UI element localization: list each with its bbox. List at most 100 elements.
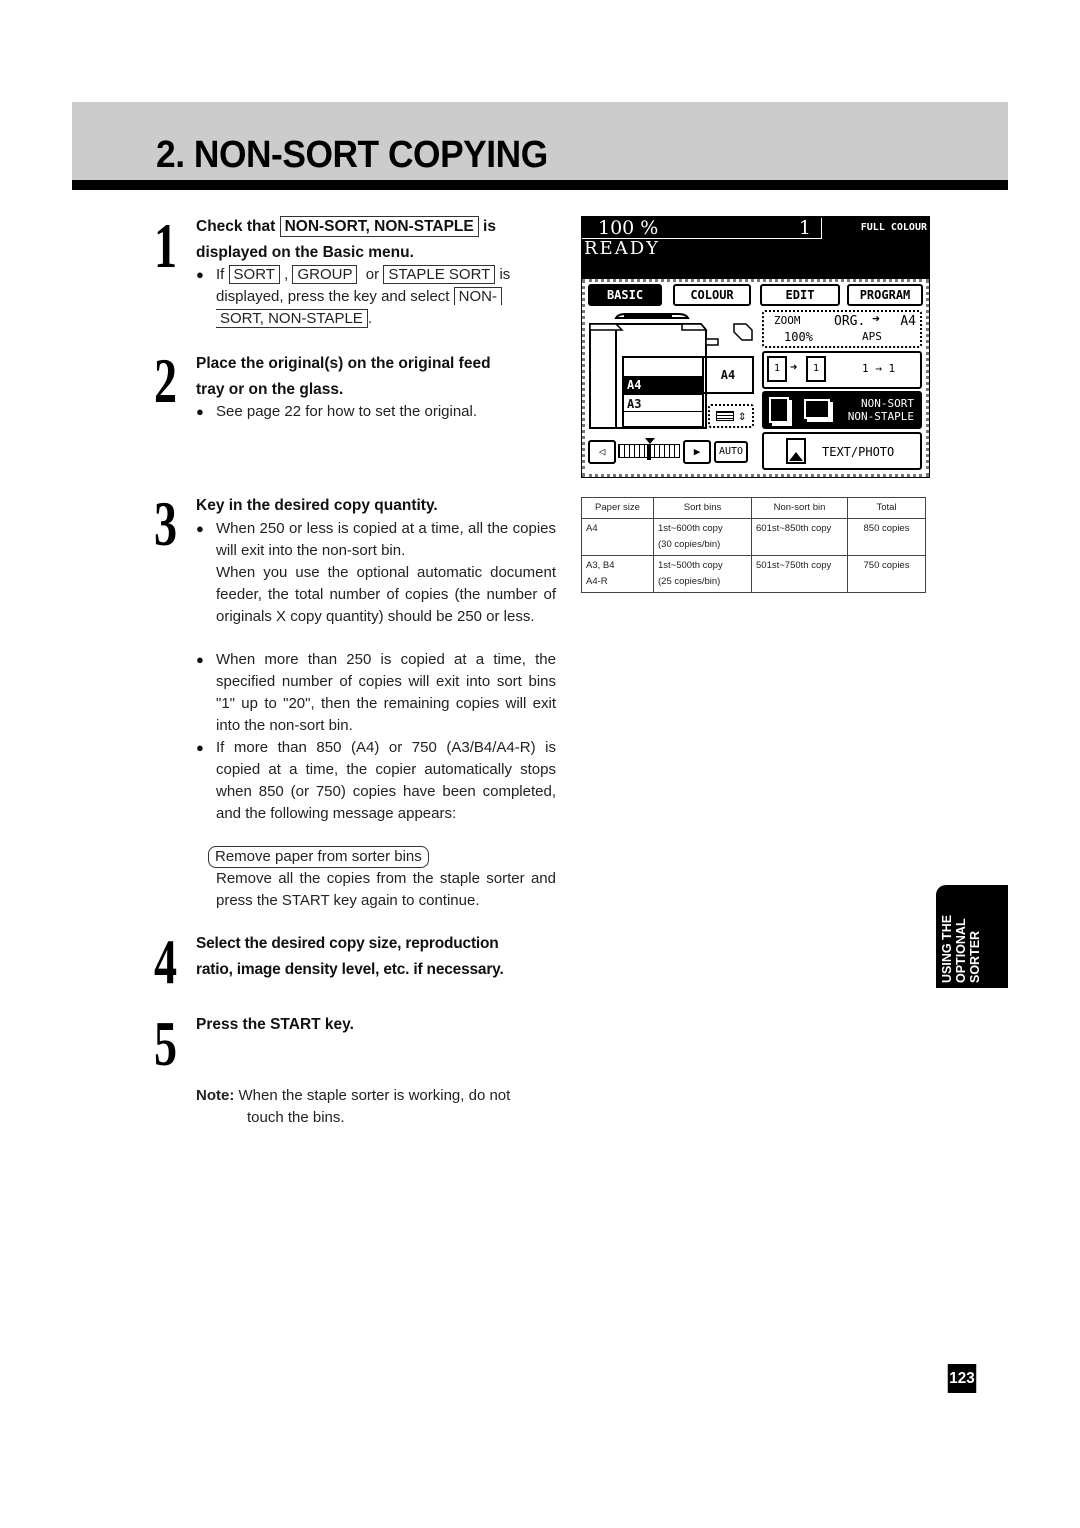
simplex-original-icon: 1 <box>767 356 787 382</box>
text: Select the desired copy size, reproducti… <box>196 935 499 952</box>
step-3-bullet-2: When more than 250 is copied at a time, … <box>216 651 556 734</box>
text: or <box>365 266 380 283</box>
density-lighter-button[interactable]: ◁ <box>588 440 616 464</box>
bullet-icon: ● <box>196 652 204 667</box>
step-number-1: 1 <box>154 210 178 281</box>
zoom-value: 100% <box>784 330 813 344</box>
text: is <box>499 266 511 283</box>
feeder-slot <box>624 315 672 319</box>
finisher-mode-label: NON-SORT NON-STAPLE <box>848 397 914 423</box>
non-sort-key-part1: NON- <box>453 287 502 305</box>
text: ratio, image density level, etc. if nece… <box>196 961 504 978</box>
sort-bins-cell: 1st~600th copy (30 copies/bin) <box>653 518 752 556</box>
step-number-3: 3 <box>154 488 178 559</box>
step-number-5: 5 <box>154 1008 178 1079</box>
column-header: Paper size <box>581 497 654 519</box>
step-3-bullet-3: If more than 850 (A4) or 750 (A3/B4/A4-R… <box>216 739 556 822</box>
tray-1[interactable] <box>624 358 702 376</box>
arrow-right-icon: ➜ <box>790 360 798 374</box>
table-header-row: Paper size Sort bins Non-sort bin Total <box>581 497 926 519</box>
total-cell: 750 copies <box>847 555 926 593</box>
staple-sort-key: STAPLE SORT <box>383 265 496 284</box>
text: USING THE <box>940 914 954 983</box>
step-2-title: Place the original(s) on the original fe… <box>196 351 556 403</box>
bullet-icon: ● <box>196 267 204 282</box>
non-staple-stack-icon <box>804 399 830 419</box>
chapter-tab-label: USING THE OPTIONAL SORTER <box>940 888 982 983</box>
duplex-mode-button[interactable]: 1 ➜ 1 1 → 1 <box>762 351 922 389</box>
density-level-indicator <box>647 444 651 460</box>
image-mode-button[interactable]: TEXT/PHOTO <box>762 432 922 470</box>
finisher-mode-button[interactable]: NON-SORT NON-STAPLE <box>762 391 922 429</box>
text: , <box>284 266 289 283</box>
non-sort-stack-icon <box>769 397 789 423</box>
paper-select-button[interactable]: ⇕ <box>708 404 754 428</box>
panel-status-area: 100 % 1 FULL COLOUR READY <box>582 217 929 279</box>
step-number-4: 4 <box>154 926 178 997</box>
bypass-paper-size[interactable]: A4 <box>704 356 754 394</box>
column-header: Total <box>847 497 926 519</box>
tray-4[interactable] <box>624 412 702 430</box>
density-darker-button[interactable]: ▶ <box>683 440 711 464</box>
bullet-icon: ● <box>196 740 204 755</box>
aps-label: APS <box>862 330 882 343</box>
table-row: A3, B4 A4-R 1st~500th copy (25 copies/bin)… <box>581 555 926 593</box>
group-key: GROUP <box>292 265 358 284</box>
step-1-title: Check that NON-SORT, NON-STAPLE is displ… <box>196 214 556 266</box>
non-staple-label: NON-STAPLE <box>847 410 914 423</box>
zoom-label: ZOOM <box>774 314 801 327</box>
tab-basic[interactable]: BASIC <box>588 284 662 306</box>
sort-key: SORT <box>228 265 280 284</box>
zoom-button[interactable]: ZOOM 100% ORG. ➜ A4 APS <box>762 310 922 348</box>
status-message: READY <box>584 238 661 259</box>
arrow-left-icon: ◁ <box>598 445 606 458</box>
non-sort-non-staple-key: NON-SORT, NON-STAPLE <box>279 216 479 237</box>
column-header: Sort bins <box>653 497 752 519</box>
zoom-readout: 100 % 1 <box>582 218 822 239</box>
org-label: ORG. <box>834 314 866 329</box>
text: (30 copies/bin) <box>658 539 721 550</box>
step-3-adf-note: When you use the optional automatic docu… <box>216 564 556 625</box>
page-number: 123 <box>947 1364 977 1393</box>
text-photo-icon <box>786 438 806 464</box>
table-row: A4 1st~600th copy (30 copies/bin) 601st~8… <box>581 518 926 556</box>
text: . <box>367 310 372 327</box>
org-size: A4 <box>900 314 916 329</box>
tray-a3[interactable]: A3 <box>624 394 702 412</box>
step-number-2: 2 <box>154 345 178 416</box>
arrow-right-icon: ▶ <box>693 445 701 458</box>
tab-program[interactable]: PROGRAM <box>847 284 923 306</box>
step-4-title: Select the desired copy size, reproducti… <box>196 931 556 983</box>
note: Note: When the staple sorter is working,… <box>196 1085 556 1129</box>
step-2-bullet: See page 22 for how to set the original. <box>216 403 478 420</box>
duplex-mode-label: 1 → 1 <box>862 362 896 375</box>
colour-mode-indicator: FULL COLOUR <box>860 222 927 233</box>
paper-size-cell: A4 <box>581 518 654 556</box>
remove-paper-message: Remove paper from sorter bins <box>208 846 429 868</box>
non-sort-bin-cell: 501st~750th copy <box>751 555 848 593</box>
auto-density-button[interactable]: AUTO <box>714 441 748 463</box>
step-1-bullet: If SORT , GROUP or STAPLE SORT is displa… <box>216 264 556 330</box>
note-text-line1: When the staple sorter is working, do no… <box>238 1087 511 1104</box>
column-header: Non-sort bin <box>751 497 848 519</box>
note-text-line2: touch the bins. <box>247 1109 345 1126</box>
tab-edit[interactable]: EDIT <box>760 284 840 306</box>
tray-a4[interactable]: A4 <box>624 376 702 394</box>
header-rule <box>72 180 1008 190</box>
manual-feed-icon <box>733 323 753 341</box>
text: tray or on the glass. <box>196 381 344 398</box>
tab-colour[interactable]: COLOUR <box>673 284 751 306</box>
step-1-title-post: is <box>483 218 496 235</box>
sort-bins-cell: 1st~500th copy (25 copies/bin) <box>653 555 752 593</box>
non-sort-key-part2: SORT, NON-STAPLE <box>216 309 368 328</box>
bullet-icon: ● <box>196 521 204 536</box>
step-3-bullet-1: When 250 or less is copied at a time, al… <box>216 520 556 559</box>
non-sort-label: NON-SORT <box>861 397 914 410</box>
zoom-percent: 100 % <box>598 217 659 239</box>
house-icon <box>789 452 803 461</box>
text: SORTER <box>968 930 982 983</box>
text: 1st~500th copy <box>658 560 723 571</box>
paper-tray-selector: A4 A3 <box>622 356 704 428</box>
chapter-tab[interactable]: USING THE OPTIONAL SORTER <box>936 885 1008 988</box>
bullet-icon: ● <box>196 404 204 419</box>
